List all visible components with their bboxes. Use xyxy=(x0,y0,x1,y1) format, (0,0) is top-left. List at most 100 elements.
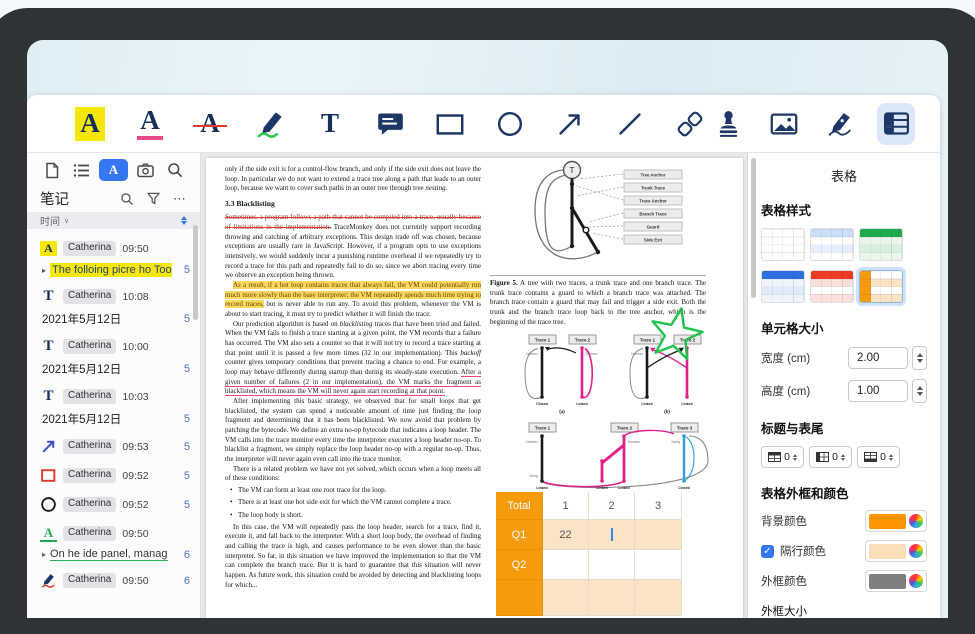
table-cell[interactable]: Q1 xyxy=(496,520,543,550)
doc-paragraph: only if the side exit is for a control-f… xyxy=(225,165,481,194)
tab-search[interactable] xyxy=(163,159,187,181)
svg-text:Number: Number xyxy=(526,352,539,356)
cell-height-row: 高度 (cm) xyxy=(761,379,927,403)
note-item[interactable]: ACatherina09:50▸On he ide panel, manage … xyxy=(40,524,190,561)
table-style-green-header[interactable] xyxy=(859,228,903,261)
annotation-toolbar: A A A T xyxy=(27,95,940,153)
table-cell[interactable]: 1 xyxy=(543,492,589,520)
note-item[interactable]: Catherina09:535 xyxy=(40,437,190,456)
cell-width-row: 宽度 (cm) xyxy=(761,346,927,370)
tab-document[interactable] xyxy=(40,159,64,181)
filter-funnel-icon[interactable] xyxy=(147,192,160,205)
table-cell[interactable] xyxy=(496,580,543,616)
highlight-tool[interactable]: A xyxy=(71,103,109,145)
rectangle-tool[interactable] xyxy=(431,103,469,145)
note-time: 09:52 xyxy=(122,499,148,511)
more-options-icon[interactable]: ⋯ xyxy=(173,192,187,205)
tab-annotations[interactable]: A xyxy=(99,159,128,181)
notes-search-icon[interactable] xyxy=(120,192,134,206)
alternating-color-checkbox[interactable]: ✓ xyxy=(761,545,774,558)
app-window: A A A T xyxy=(27,95,940,618)
comment-tool[interactable] xyxy=(371,103,409,145)
ellipse-tool[interactable] xyxy=(491,103,529,145)
signature-tool[interactable] xyxy=(821,103,859,145)
table-cell[interactable]: 3 xyxy=(635,492,682,520)
table-cell[interactable] xyxy=(589,550,635,580)
header-rows-stepper[interactable]: 0 xyxy=(761,446,804,468)
strikethrough-tool[interactable]: A xyxy=(191,103,229,145)
table-cell[interactable]: Total xyxy=(496,492,543,520)
panel-scrollbar[interactable] xyxy=(751,158,756,298)
table-style-blue-header[interactable] xyxy=(761,270,805,303)
table-icon xyxy=(881,108,912,139)
author-badge: Catherina xyxy=(63,241,116,256)
table-style-grid xyxy=(761,228,927,303)
ink-pen-tool[interactable] xyxy=(251,103,289,145)
table-cell[interactable]: 22 xyxy=(543,520,589,550)
stamp-tool[interactable] xyxy=(709,103,747,145)
table-cell[interactable]: 2 xyxy=(589,492,635,520)
table-style-plain[interactable] xyxy=(761,228,805,261)
tab-camera[interactable] xyxy=(134,159,158,181)
underline-a-glyph: A xyxy=(137,107,163,140)
table-settings-panel: 表格 表格样式 xyxy=(747,153,940,618)
table-cell[interactable] xyxy=(635,580,682,616)
note-text-row: 2021年5月12日5 xyxy=(40,311,190,327)
note-meta: ACatherina09:50 xyxy=(40,239,190,258)
background-color-picker[interactable] xyxy=(865,510,927,532)
note-item[interactable]: TCatherina10:082021年5月12日5 xyxy=(40,287,190,327)
disclosure-triangle-icon[interactable]: ▸ xyxy=(42,266,46,275)
alternating-color-picker[interactable] xyxy=(865,540,927,562)
underline-tool[interactable]: A xyxy=(131,103,169,145)
table-style-blue-striped[interactable] xyxy=(810,228,854,261)
note-time: 09:52 xyxy=(122,470,148,482)
arrow-tool[interactable] xyxy=(551,103,589,145)
notes-list: ACatherina09:50▸The folloing picre ho To… xyxy=(27,229,200,618)
image-tool[interactable] xyxy=(765,103,803,145)
sidebar-scrollbar[interactable] xyxy=(193,225,198,320)
table-style-red-header[interactable] xyxy=(810,270,854,303)
table-cell[interactable] xyxy=(589,580,635,616)
green-star-ink-annotation[interactable] xyxy=(646,304,706,364)
annotation-table[interactable]: Total123 Q122Q2 xyxy=(496,492,682,616)
line-tool[interactable] xyxy=(611,103,649,145)
note-item[interactable]: TCatherina10:032021年5月12日5 xyxy=(40,387,190,427)
table-cell[interactable] xyxy=(589,520,635,550)
note-item[interactable]: Catherina09:525 xyxy=(40,495,190,514)
signature-pen-icon xyxy=(824,108,856,140)
footer-rows-stepper[interactable]: 0 xyxy=(857,446,900,468)
text-tool[interactable]: T xyxy=(311,103,349,145)
cell-height-input[interactable] xyxy=(848,380,908,402)
table-cell[interactable] xyxy=(635,520,682,550)
table-cell[interactable]: Q2 xyxy=(496,550,543,580)
note-item[interactable]: Catherina09:506 xyxy=(40,571,190,590)
color-wheel-icon xyxy=(909,544,923,558)
cell-width-input[interactable] xyxy=(848,347,908,369)
pdf-page[interactable]: only if the side exit is for a control-f… xyxy=(206,158,743,618)
cell-width-stepper[interactable] xyxy=(912,346,927,370)
table-cell[interactable] xyxy=(635,550,682,580)
alternating-color-swatch xyxy=(869,544,906,559)
svg-text:Trace 1: Trace 1 xyxy=(535,338,551,343)
table-cell[interactable] xyxy=(543,580,589,616)
svg-text:Closed: Closed xyxy=(678,486,690,490)
table-cell[interactable] xyxy=(543,550,589,580)
table-style-orange-first-column[interactable] xyxy=(859,270,903,303)
cell-height-stepper[interactable] xyxy=(912,379,927,403)
note-item[interactable]: Catherina09:525 xyxy=(40,466,190,485)
note-item[interactable]: ACatherina09:50▸The folloing picre ho To… xyxy=(40,239,190,277)
link-tool[interactable] xyxy=(671,103,709,145)
document-icon xyxy=(44,162,60,179)
tab-outline-list[interactable] xyxy=(70,159,94,181)
table-tool[interactable] xyxy=(877,103,915,145)
sort-direction-icon[interactable] xyxy=(181,216,187,225)
text-note-icon: T xyxy=(40,388,57,405)
disclosure-triangle-icon[interactable]: ▸ xyxy=(42,550,46,559)
text-note-icon: T xyxy=(40,288,57,305)
toolbar-left-group: A A A T xyxy=(71,103,709,145)
color-wheel-icon xyxy=(909,514,923,528)
note-item[interactable]: TCatherina10:002021年5月12日5 xyxy=(40,337,190,377)
sort-bar[interactable]: 时间 ∨ xyxy=(27,212,200,229)
header-columns-stepper[interactable]: 0 xyxy=(809,446,852,468)
border-color-picker[interactable] xyxy=(865,570,927,592)
